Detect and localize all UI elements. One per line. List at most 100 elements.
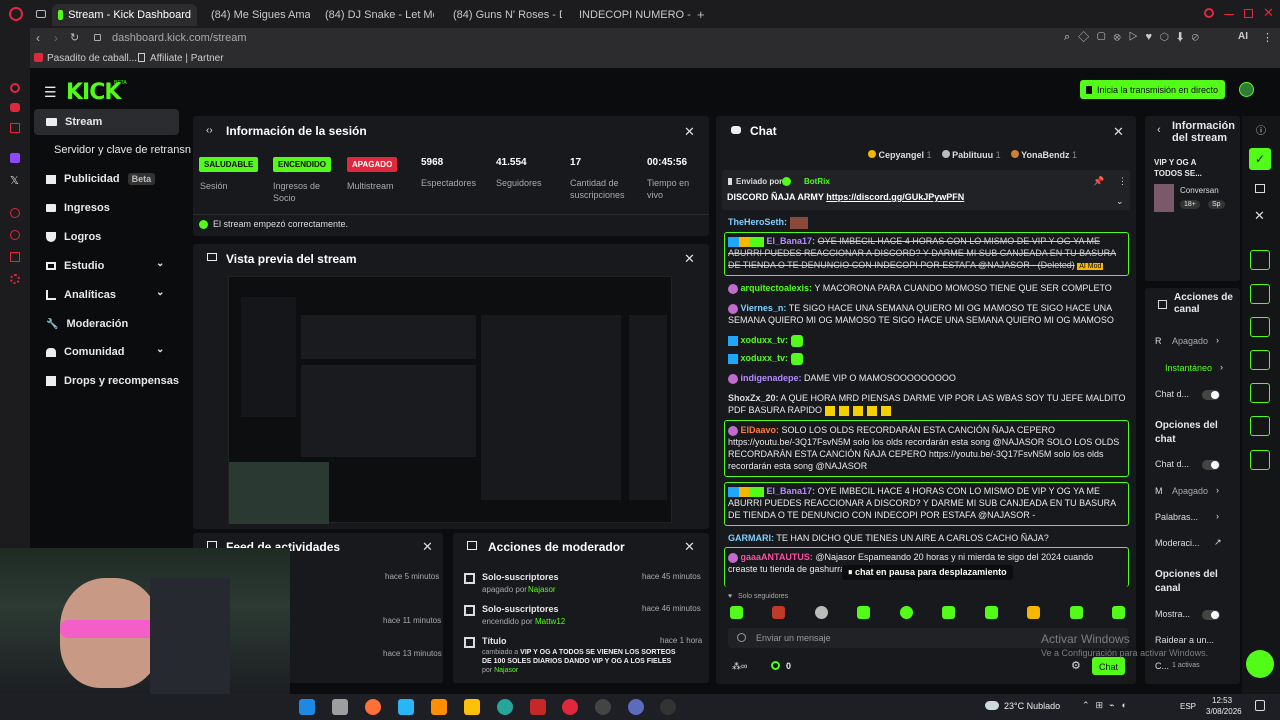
menu-icon[interactable]: ⋮	[1262, 31, 1273, 44]
notifications-icon[interactable]	[1255, 700, 1265, 711]
raid-link[interactable]: Raidear a un...	[1155, 635, 1214, 645]
emote-icon[interactable]	[857, 606, 871, 619]
stream-preview-video[interactable]	[228, 276, 672, 524]
new-tab-button[interactable]: +	[697, 7, 705, 22]
chevron-right-icon[interactable]: ›	[1220, 362, 1223, 372]
search-tabs-icon[interactable]	[1204, 8, 1214, 18]
tab-kick-dashboard[interactable]: Stream - Kick Dashboard	[52, 4, 197, 26]
chat-tools-icon[interactable]: ⁂∞	[732, 661, 747, 672]
moderation-link[interactable]: Moderaci...	[1155, 538, 1200, 548]
sidebar-aria-icon[interactable]	[10, 83, 20, 93]
chat-username[interactable]: Viernes_n:	[741, 303, 787, 313]
tab-google-search[interactable]: INDECOPI NUMERO - Busc	[568, 4, 693, 26]
unpin-icon[interactable]: 📌	[1093, 176, 1104, 187]
gifter-item[interactable]: Cepyangel 1	[868, 150, 932, 160]
emote-icon[interactable]	[1111, 606, 1125, 619]
chat-paused-banner[interactable]: ⏸ chat en pausa para desplazamiento	[842, 565, 1013, 580]
broadcast-icon[interactable]	[1250, 383, 1270, 403]
chat-username[interactable]: xoduxx_tv:	[741, 353, 789, 363]
taskbar-store-icon[interactable]	[464, 699, 480, 715]
browser-extension-icons[interactable]: ⌕◇▢⊗▷♥⬡⬇⊘	[1064, 31, 1207, 44]
emote-icon[interactable]	[942, 606, 956, 619]
chat-toggle[interactable]	[1202, 460, 1220, 470]
chat-username[interactable]: ShoxZx_20:	[728, 393, 779, 403]
sidebar-item-drops[interactable]: Drops y recompensas	[34, 368, 179, 394]
sidebar-history-icon[interactable]	[10, 230, 20, 240]
taskbar-app-icon[interactable]	[332, 699, 348, 715]
pinned-user[interactable]: BotRix	[804, 177, 830, 186]
raid-mode-value[interactable]: Apagado	[1172, 336, 1208, 346]
wrench-icon[interactable]	[1250, 450, 1270, 470]
chat-username[interactable]: ElDaavo:	[741, 425, 780, 435]
ai-icon[interactable]: AI	[1238, 31, 1248, 42]
mod-action-user[interactable]: Mattw12	[535, 617, 565, 626]
kick-logo[interactable]: KICK	[66, 80, 121, 105]
pinned-message[interactable]	[722, 170, 1130, 210]
sidebar-item-moderation[interactable]: 🔧 Moderación	[34, 311, 179, 337]
sidebar-item-stream[interactable]: Stream	[34, 109, 179, 135]
sidebar-item-community[interactable]: Comunidad ⌄	[34, 339, 179, 365]
forward-icon[interactable]: ›	[54, 31, 58, 45]
send-chat-button[interactable]: Chat	[1092, 657, 1125, 675]
taskbar-app-icon[interactable]	[530, 699, 546, 715]
check-button[interactable]: ✓	[1249, 148, 1271, 170]
chevron-right-icon[interactable]: ›	[1216, 335, 1219, 345]
close-mod-actions-button[interactable]: ✕	[684, 539, 695, 555]
hamburger-menu-icon[interactable]: ☰	[44, 84, 57, 101]
category-name[interactable]: Conversan	[1180, 186, 1219, 195]
chat-username[interactable]: indigenadepe:	[741, 373, 802, 383]
emote-icon[interactable]	[1069, 606, 1083, 619]
back-icon[interactable]: ‹	[36, 31, 40, 45]
show-toggle[interactable]	[1202, 610, 1220, 620]
tray-icons[interactable]: ⌃⊞⌁◖	[1082, 700, 1132, 711]
chat-username[interactable]: GARMARI:	[728, 533, 774, 543]
chevron-left-icon[interactable]: ‹	[1157, 124, 1161, 136]
tab-menu-icon[interactable]	[36, 10, 46, 18]
expand-pinned-icon[interactable]: ⌄	[1116, 196, 1124, 207]
tab-youtube-3[interactable]: (84) Guns N' Roses - D	[442, 4, 562, 26]
taskbar-obs-icon[interactable]	[595, 699, 611, 715]
minimize-icon[interactable]	[1224, 14, 1234, 15]
chevron-right-icon[interactable]: ›	[1216, 511, 1219, 521]
taskbar-player-icon[interactable]	[660, 699, 676, 715]
chat-support-button[interactable]	[1246, 650, 1274, 678]
sidebar-item-studio[interactable]: Estudio ⌄	[34, 253, 179, 279]
blocked-words-link[interactable]: Palabras...	[1155, 512, 1198, 522]
chat-username[interactable]: TheHeroSeth:	[728, 217, 787, 227]
chevron-right-icon[interactable]: ›	[1216, 485, 1219, 495]
external-link-icon[interactable]: ↗	[1214, 537, 1222, 548]
opera-logo-icon[interactable]	[9, 7, 23, 21]
emoji-picker-icon[interactable]	[737, 633, 746, 642]
emote-icon[interactable]	[814, 606, 828, 619]
chat-username[interactable]: arquitectoalexis:	[741, 283, 813, 293]
taskbar-firefox-icon[interactable]	[365, 699, 381, 715]
emote-icon[interactable]	[1027, 606, 1041, 619]
clipboard-icon[interactable]	[1250, 317, 1270, 337]
bookmark-item[interactable]: Affiliate | Partner	[150, 53, 224, 64]
emote-icon[interactable]	[984, 606, 998, 619]
sidebar-x-icon[interactable]: 𝕏	[10, 174, 19, 187]
close-chat-button[interactable]: ✕	[1113, 124, 1124, 140]
info-icon[interactable]: ⓘ	[1256, 122, 1266, 137]
mode-value[interactable]: Apagado	[1172, 486, 1208, 496]
chat-settings-icon[interactable]: ⚙	[1071, 659, 1081, 672]
tab-youtube-2[interactable]: (84) DJ Snake - Let Me	[314, 4, 434, 26]
bookmark-item[interactable]: Pasadito de caball...	[47, 53, 137, 64]
close-preview-button[interactable]: ✕	[684, 251, 695, 267]
tab-youtube-1[interactable]: (84) Me Sigues Amand	[200, 4, 310, 26]
lightning-icon[interactable]	[1250, 284, 1270, 304]
sidebar-item-server-key[interactable]: Servidor y clave de retransn	[42, 137, 191, 163]
close-window-icon[interactable]: ✕	[1263, 5, 1274, 21]
fullscreen-icon[interactable]	[1250, 250, 1270, 270]
instant-label[interactable]: Instantáneo	[1165, 363, 1212, 373]
chat-username[interactable]: xoduxx_tv:	[741, 335, 789, 345]
chat-username[interactable]: El_Bana17:	[767, 486, 816, 496]
close-icon[interactable]: ✕	[1254, 208, 1265, 224]
taskbar-app-icon[interactable]	[398, 699, 414, 715]
taskbar-opera-icon[interactable]	[562, 699, 578, 715]
maximize-icon[interactable]	[1244, 9, 1253, 18]
profile-avatar[interactable]	[1239, 82, 1254, 97]
pinned-link[interactable]: https://discord.gg/GUkJPywPFN	[826, 192, 964, 202]
taskbar-app-icon[interactable]	[299, 699, 315, 715]
close-activity-feed-button[interactable]: ✕	[422, 539, 433, 555]
